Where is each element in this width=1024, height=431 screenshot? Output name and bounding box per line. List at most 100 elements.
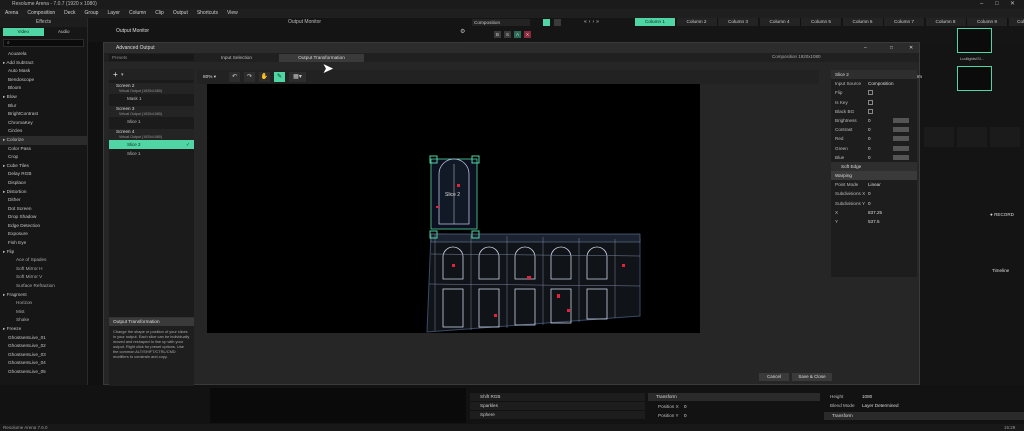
- property-value[interactable]: 537.5: [868, 217, 880, 226]
- effect-item[interactable]: Auto Mask: [0, 67, 87, 76]
- effect-item[interactable]: Soft Mirror V: [0, 273, 87, 282]
- transport-s-button[interactable]: S: [504, 31, 511, 38]
- menu-item-shortcuts[interactable]: Shortcuts: [197, 9, 218, 18]
- record-button[interactable]: ● RECORD: [990, 212, 1014, 217]
- cancel-button[interactable]: Cancel: [759, 373, 789, 381]
- effect-item[interactable]: ▸ Cube Tiles: [0, 162, 87, 171]
- tab-audio[interactable]: Audio: [44, 28, 85, 36]
- effect-item[interactable]: Crop: [0, 153, 87, 162]
- effect-item[interactable]: Dither: [0, 196, 87, 205]
- slice-2-outline[interactable]: Slice 2: [430, 158, 478, 230]
- effect-item[interactable]: ▸ Flip: [0, 248, 87, 257]
- effect-item[interactable]: Edge Detection: [0, 222, 87, 231]
- transport-b-button[interactable]: B: [494, 31, 501, 38]
- effect-item[interactable]: Shake: [0, 316, 87, 325]
- column-tab-8[interactable]: Column 8: [925, 18, 967, 26]
- menu-item-composition[interactable]: Composition: [27, 9, 55, 18]
- effect-item[interactable]: Horizon: [0, 299, 87, 308]
- checkbox[interactable]: [868, 90, 873, 96]
- effect-item[interactable]: ▸ Freeze: [0, 325, 87, 334]
- property-value[interactable]: 0: [868, 125, 871, 134]
- effect-item[interactable]: BrightContrast: [0, 110, 87, 119]
- clip-slot[interactable]: [924, 127, 954, 147]
- clip-slot[interactable]: [957, 127, 987, 147]
- bottom-effect-row[interactable]: Sphere: [470, 411, 645, 419]
- soft-edge-section[interactable]: Soft Edge: [831, 161, 917, 172]
- column-tab-4[interactable]: Column 4: [759, 18, 801, 26]
- undo-icon[interactable]: ↶: [229, 72, 240, 82]
- save-close-button[interactable]: Save & Close: [792, 373, 832, 381]
- close-icon[interactable]: ✕: [909, 43, 913, 53]
- property-value[interactable]: 0: [868, 189, 871, 198]
- output-canvas[interactable]: Slice 2: [207, 84, 700, 333]
- property-value[interactable]: Linear: [868, 180, 881, 189]
- blend-mode-select[interactable]: Layer Determined: [862, 403, 899, 408]
- tab-input-selection[interactable]: Input Selection: [199, 54, 274, 62]
- effect-item[interactable]: Blur: [0, 102, 87, 111]
- zoom-select[interactable]: 80% ▾: [203, 73, 223, 81]
- clip-thumbnail[interactable]: [957, 28, 992, 53]
- value-slider[interactable]: [893, 117, 909, 123]
- menu-item-clip[interactable]: Clip: [155, 9, 164, 18]
- transform-panel-title-2[interactable]: Transform: [824, 412, 1024, 420]
- effect-item[interactable]: ▸ Add Subtract: [0, 59, 87, 68]
- property-value[interactable]: 0: [868, 199, 871, 208]
- effect-item[interactable]: GhostsemLive_05: [0, 368, 87, 377]
- nav-next-icon[interactable]: ›: [592, 19, 594, 25]
- check-icon[interactable]: ✓: [186, 140, 190, 149]
- position-x-value[interactable]: 0: [684, 404, 687, 409]
- slice-item[interactable]: Slice 1: [109, 149, 194, 158]
- nav-first-icon[interactable]: «: [584, 19, 587, 25]
- value-slider[interactable]: [893, 154, 909, 160]
- slice-item[interactable]: Mask 1: [109, 94, 194, 103]
- chevron-down-icon[interactable]: ▾: [121, 72, 124, 78]
- effect-item[interactable]: ▸ Blow: [0, 93, 87, 102]
- transform-panel-title[interactable]: Transform: [648, 393, 820, 401]
- nav-last-icon[interactable]: »: [596, 19, 599, 25]
- grid-icon[interactable]: ▦▾: [289, 72, 306, 82]
- menu-item-deck[interactable]: Deck: [64, 9, 75, 18]
- column-tab-1[interactable]: Column 1: [635, 18, 676, 26]
- checkbox[interactable]: [868, 108, 873, 114]
- effect-item[interactable]: Mist: [0, 308, 87, 317]
- effect-item[interactable]: Dot Screen: [0, 205, 87, 214]
- slice-item[interactable]: Slice 1: [109, 117, 194, 126]
- menu-item-column[interactable]: Column: [129, 9, 146, 18]
- menu-item-output[interactable]: Output: [173, 9, 188, 18]
- menu-item-arena[interactable]: Arena: [5, 9, 18, 18]
- effect-item[interactable]: Delay RGB: [0, 170, 87, 179]
- column-tab-2[interactable]: Column 2: [676, 18, 718, 26]
- property-value[interactable]: 0: [868, 116, 871, 125]
- menu-item-group[interactable]: Group: [85, 9, 99, 18]
- effect-item[interactable]: GhostsemLive_02: [0, 342, 87, 351]
- comp-button-b[interactable]: [554, 19, 561, 26]
- height-value[interactable]: 1080: [862, 394, 872, 399]
- effect-item[interactable]: Surface Refraction: [0, 282, 87, 291]
- close-icon[interactable]: ✕: [1010, 0, 1015, 9]
- checkbox[interactable]: [868, 99, 873, 105]
- minimize-icon[interactable]: –: [864, 43, 867, 53]
- hand-icon[interactable]: ✋: [259, 72, 270, 82]
- menu-item-layer[interactable]: Layer: [107, 9, 120, 18]
- edit-icon[interactable]: ✎: [274, 72, 285, 82]
- effect-item[interactable]: ▸ Colorize: [0, 135, 87, 145]
- property-value[interactable]: 0: [868, 153, 871, 162]
- comp-button-a[interactable]: [543, 19, 550, 26]
- effect-item[interactable]: Bendoscope: [0, 76, 87, 85]
- effect-item[interactable]: ▸ Distortion: [0, 188, 87, 197]
- clip-thumbnail-2[interactable]: [957, 66, 992, 91]
- effect-item[interactable]: Exposure: [0, 230, 87, 239]
- effect-item[interactable]: GhostsemLive_01: [0, 334, 87, 343]
- add-icon[interactable]: +: [113, 70, 118, 79]
- effect-item[interactable]: Drop Shadow: [0, 213, 87, 222]
- transport-x-button[interactable]: X: [524, 31, 531, 38]
- menu-item-view[interactable]: View: [227, 9, 238, 18]
- gear-icon[interactable]: ⚙: [460, 28, 465, 35]
- effect-item[interactable]: Displace: [0, 179, 87, 188]
- effect-item[interactable]: Color Pass: [0, 145, 87, 154]
- property-value[interactable]: 0: [868, 144, 871, 153]
- value-slider[interactable]: [893, 145, 909, 151]
- effect-item[interactable]: GhostsemLive_04: [0, 359, 87, 368]
- maximize-icon[interactable]: □: [890, 43, 893, 53]
- minimize-icon[interactable]: –: [980, 0, 983, 9]
